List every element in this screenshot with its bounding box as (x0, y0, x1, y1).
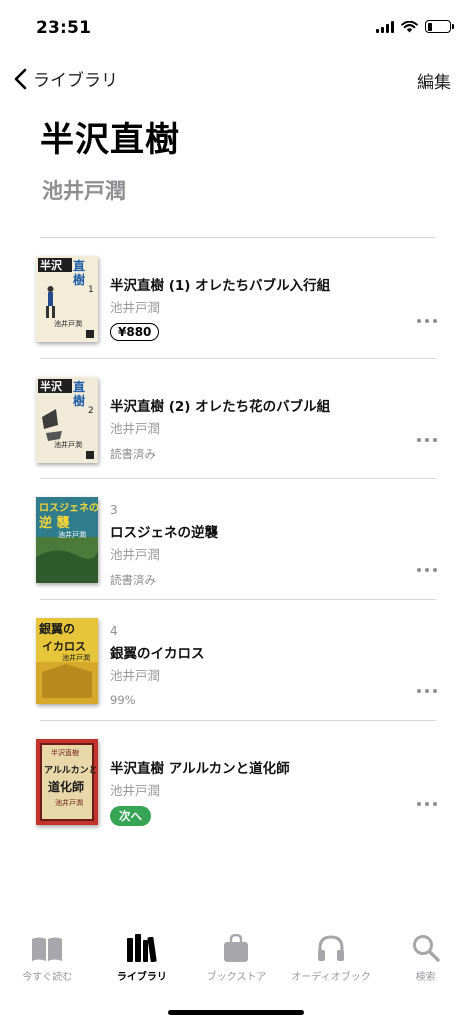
svg-text:池井戸潤: 池井戸潤 (58, 530, 86, 539)
svg-text:半沢: 半沢 (40, 258, 63, 272)
svg-text:銀翼の: 銀翼の (38, 621, 75, 636)
more-options-icon[interactable] (417, 316, 437, 326)
svg-text:アルルカンと: アルルカンと (44, 765, 98, 776)
tab-label: ライブラリ (116, 972, 167, 983)
status-time: 23:51 (36, 18, 92, 38)
tab-label: 今すぐ読む (22, 972, 73, 983)
svg-text:池井戸潤: 池井戸潤 (55, 798, 83, 807)
svg-text:半沢: 半沢 (40, 379, 63, 393)
wifi-icon (401, 20, 418, 32)
status-bar: 23:51 (0, 0, 473, 52)
svg-text:池井戸潤: 池井戸潤 (54, 440, 82, 449)
nav-bar: ライブラリ 編集 (0, 64, 473, 98)
book-title: ロスジェネの逆襲 (110, 525, 218, 541)
book-author: 池井戸潤 (110, 668, 161, 683)
chevron-left-icon (14, 68, 27, 89)
more-options-icon[interactable] (417, 686, 437, 696)
book-open-icon (32, 937, 63, 961)
book-title: 半沢直樹 (2) オレたち花のバブル組 (110, 399, 331, 415)
book-row[interactable]: 半沢直樹 アルルカンと 道化師 池井戸潤 半沢直樹 アルルカンと道化師 池井戸潤… (0, 721, 473, 841)
tab-bookstore[interactable]: ブックストア (189, 930, 284, 1000)
back-label: ライブラリ (33, 71, 118, 91)
book-cover: 銀翼の イカロス 池井戸潤 (36, 618, 98, 704)
tab-read-now[interactable]: 今すぐ読む (0, 930, 95, 1000)
svg-text:直: 直 (73, 258, 85, 273)
tab-search[interactable]: 検索 (378, 930, 473, 1000)
more-options-icon[interactable] (417, 565, 437, 575)
tab-label: オーディオブック (291, 972, 371, 983)
svg-text:池井戸潤: 池井戸潤 (62, 653, 90, 662)
svg-text:樹: 樹 (73, 272, 85, 287)
book-row[interactable]: 半沢 直 樹 2 池井戸潤 半沢直樹 (2) オレたち花のバブル組 池井戸潤 読… (0, 359, 473, 479)
book-author: 池井戸潤 (110, 300, 161, 315)
book-cover: 半沢 直 樹 1 池井戸潤 (36, 256, 98, 342)
tab-bar: 今すぐ読む ライブラリ ブックストア オーディオブック 検索 (0, 930, 473, 1000)
book-row[interactable]: ロスジェネの 逆 襲 池井戸潤 3 ロスジェネの逆襲 池井戸潤 読書済み (0, 479, 473, 599)
svg-text:池井戸潤: 池井戸潤 (54, 319, 82, 328)
library-icon (126, 934, 157, 962)
book-cover: ロスジェネの 逆 襲 池井戸潤 (36, 497, 98, 583)
svg-text:イカロス: イカロス (42, 640, 86, 653)
svg-text:樹: 樹 (73, 393, 85, 408)
book-row[interactable]: 半沢 直 樹 1 池井戸潤 半沢直樹 (1) オレたちバブル入行組 池井戸潤 ¥… (0, 238, 473, 358)
book-author: 池井戸潤 (110, 421, 161, 436)
tab-library[interactable]: ライブラリ (95, 930, 190, 1000)
headphones-icon (318, 935, 345, 961)
next-badge: 次へ (110, 806, 151, 826)
book-cover: 半沢 直 樹 2 池井戸潤 (36, 377, 98, 463)
page-title: 半沢直樹 (40, 120, 180, 160)
svg-text:1: 1 (88, 285, 94, 295)
back-button[interactable]: ライブラリ (14, 66, 118, 91)
price-button[interactable]: ¥880 (110, 323, 160, 341)
book-status: 読書済み (110, 573, 156, 587)
svg-text:道化師: 道化師 (48, 779, 84, 794)
svg-text:2: 2 (88, 406, 94, 416)
svg-text:ロスジェネの: ロスジェネの (39, 502, 98, 514)
more-options-icon[interactable] (417, 435, 437, 445)
book-author: 池井戸潤 (110, 783, 161, 798)
book-row[interactable]: 銀翼の イカロス 池井戸潤 4 銀翼のイカロス 池井戸潤 99% (0, 600, 473, 720)
cellular-signal-icon (376, 20, 394, 33)
home-indicator (168, 1010, 304, 1015)
book-title: 半沢直樹 アルルカンと道化師 (110, 761, 290, 777)
svg-text:半沢直樹: 半沢直樹 (51, 748, 79, 757)
tab-label: 検索 (415, 972, 436, 983)
book-status: 読書済み (110, 447, 156, 461)
bag-icon (224, 934, 249, 962)
tab-audiobooks[interactable]: オーディオブック (284, 930, 379, 1000)
book-cover: 半沢直樹 アルルカンと 道化師 池井戸潤 (36, 739, 98, 825)
book-title: 銀翼のイカロス (110, 646, 205, 662)
book-title: 半沢直樹 (1) オレたちバブル入行組 (110, 278, 331, 294)
battery-icon (425, 20, 454, 33)
page-subtitle: 池井戸潤 (42, 179, 126, 203)
book-number: 4 (110, 624, 118, 638)
svg-text:直: 直 (73, 379, 85, 394)
svg-text:逆 襲: 逆 襲 (39, 515, 71, 531)
more-options-icon[interactable] (417, 799, 437, 809)
status-icons (376, 20, 454, 33)
book-number: 3 (110, 503, 118, 517)
tab-label: ブックストア (206, 972, 267, 983)
book-status: 99% (110, 693, 136, 707)
book-author: 池井戸潤 (110, 547, 161, 562)
edit-button[interactable]: 編集 (417, 68, 451, 93)
search-icon (412, 935, 440, 962)
